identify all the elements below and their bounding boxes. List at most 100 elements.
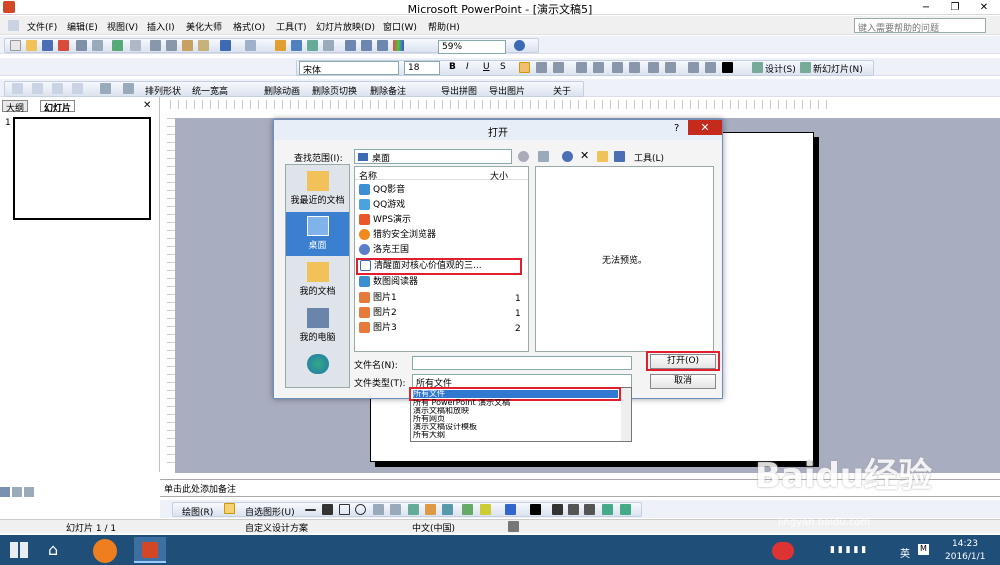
tools-menu[interactable]: 工具(L)	[634, 151, 664, 164]
search-web-icon[interactable]	[562, 151, 573, 162]
addin-icon-3[interactable]	[52, 83, 63, 94]
arrow-icon[interactable]	[322, 504, 333, 515]
file-row[interactable]: QQ游戏	[359, 198, 527, 213]
addin-icon-5[interactable]	[100, 83, 111, 94]
dash-style-icon[interactable]	[568, 504, 579, 515]
tab-slides[interactable]: 幻灯片	[40, 100, 76, 114]
design-icon[interactable]	[752, 62, 763, 73]
place-network[interactable]	[286, 350, 349, 394]
insert-picture-icon-2[interactable]	[462, 504, 473, 515]
draw-menu-button[interactable]: 绘图(R)	[182, 505, 213, 518]
close-button[interactable]: ✕	[970, 0, 998, 15]
help-icon[interactable]	[514, 40, 525, 51]
align-right-icon[interactable]	[553, 62, 564, 73]
fill-color-icon[interactable]	[480, 504, 491, 515]
clock-date[interactable]: 2016/1/1	[945, 552, 985, 562]
underline-button[interactable]: U	[483, 62, 490, 72]
tables-borders-icon[interactable]	[307, 40, 318, 51]
addin-icon-4[interactable]	[72, 83, 83, 94]
permission-icon[interactable]	[58, 40, 69, 51]
menu-insert[interactable]: 插入(I)	[147, 20, 175, 33]
cancel-button[interactable]: 取消	[650, 374, 716, 389]
column-name[interactable]: 名称	[359, 169, 377, 182]
file-row[interactable]: 数图阅读器	[359, 275, 527, 290]
clock-time[interactable]: 14:23	[952, 539, 978, 549]
sorter-view-icon[interactable]	[12, 487, 22, 497]
filetype-option[interactable]: 所有网页	[413, 415, 618, 423]
dialog-close-button[interactable]: ✕	[688, 120, 722, 135]
close-pane-icon[interactable]: ✕	[143, 100, 151, 111]
about-button[interactable]: 关于	[553, 84, 571, 97]
print-preview-icon[interactable]	[92, 40, 103, 51]
menu-tools[interactable]: 工具(T)	[276, 20, 307, 33]
doc-icon[interactable]	[8, 20, 19, 31]
design-button[interactable]: 设计(S)	[765, 62, 796, 75]
align-center-icon[interactable]	[536, 62, 547, 73]
uniform-size-button[interactable]: 统一宽高	[192, 84, 228, 97]
export-image-button[interactable]: 导出图片	[489, 84, 525, 97]
redo-icon[interactable]	[245, 40, 256, 51]
addin-icon-6[interactable]	[123, 83, 134, 94]
delete-animation-button[interactable]: 删除动画	[264, 84, 300, 97]
ime-mode-icon[interactable]: M	[918, 544, 929, 555]
addin-icon-1[interactable]	[12, 83, 23, 94]
rectangle-icon[interactable]	[339, 504, 350, 515]
addin-icon-2[interactable]	[32, 83, 43, 94]
undo-icon[interactable]	[220, 40, 231, 51]
help-search-input[interactable]: 键入需要帮助的问题	[854, 18, 986, 34]
filetype-option[interactable]: 所有 PowerPoint 演示文稿	[413, 399, 618, 407]
filename-input[interactable]	[412, 356, 632, 370]
maximize-button[interactable]: ❐	[941, 0, 969, 15]
insert-table-icon[interactable]	[291, 40, 302, 51]
align-left-icon[interactable]	[519, 62, 530, 73]
windows-start-icon[interactable]	[10, 542, 28, 558]
3d-style-icon[interactable]	[620, 504, 631, 515]
filetype-option[interactable]: 所有大纲	[413, 431, 618, 439]
file-row[interactable]: 图片3	[359, 321, 527, 336]
dropdown-scrollbar[interactable]	[621, 388, 631, 441]
minimize-button[interactable]: −	[912, 0, 940, 15]
bullets-icon[interactable]	[593, 62, 604, 73]
oval-icon[interactable]	[355, 504, 366, 515]
spelling-icon[interactable]	[112, 40, 123, 51]
file-row[interactable]: 猎豹安全浏览器	[359, 228, 527, 243]
ime-indicator[interactable]: 英	[900, 545, 910, 560]
tray-icons[interactable]: ▮ ▮ ▮ ▮ ▮	[830, 545, 866, 555]
menu-format[interactable]: 格式(O)	[233, 20, 265, 33]
save-icon[interactable]	[42, 40, 53, 51]
line-style-icon[interactable]	[552, 504, 563, 515]
filetype-option[interactable]: 演示文稿设计模板	[413, 423, 618, 431]
menu-help[interactable]: 帮助(H)	[428, 20, 460, 33]
show-formatting-icon[interactable]	[361, 40, 372, 51]
file-row[interactable]: 图片1	[359, 291, 527, 306]
filetype-option[interactable]: 演示文稿和放映	[413, 407, 618, 415]
normal-view-icon[interactable]	[0, 487, 10, 497]
paste-icon[interactable]	[182, 40, 193, 51]
outdent-icon[interactable]	[629, 62, 640, 73]
print-icon[interactable]	[76, 40, 87, 51]
browser-icon[interactable]	[93, 539, 117, 563]
file-row[interactable]: WPS演示	[359, 213, 527, 228]
new-slide-button[interactable]: 新幻灯片(N)	[813, 62, 863, 75]
clipart-icon[interactable]	[425, 504, 436, 515]
file-row[interactable]: QQ影音	[359, 183, 527, 198]
menu-view[interactable]: 视图(V)	[107, 20, 138, 33]
menu-window[interactable]: 窗口(W)	[383, 20, 417, 33]
autoshapes-button[interactable]: 自选图形(U)	[245, 505, 295, 518]
increase-font-icon[interactable]	[648, 62, 659, 73]
format-painter-icon[interactable]	[198, 40, 209, 51]
copy-icon[interactable]	[166, 40, 177, 51]
filetype-option-selected[interactable]: 所有文件	[413, 390, 618, 398]
italic-button[interactable]: I	[466, 62, 469, 72]
look-in-select[interactable]: 桌面	[354, 149, 512, 164]
line-color-icon[interactable]	[505, 504, 516, 515]
bold-button[interactable]: B	[449, 62, 456, 72]
numbering-icon[interactable]	[576, 62, 587, 73]
grid-icon[interactable]	[377, 40, 388, 51]
slide-thumbnail[interactable]	[13, 117, 151, 220]
export-collage-button[interactable]: 导出拼图	[441, 84, 477, 97]
column-size[interactable]: 大小	[490, 169, 508, 182]
delete-icon[interactable]: ✕	[580, 149, 589, 162]
place-documents[interactable]: 我的文档	[286, 258, 349, 302]
delete-transition-button[interactable]: 删除页切换	[312, 84, 357, 97]
